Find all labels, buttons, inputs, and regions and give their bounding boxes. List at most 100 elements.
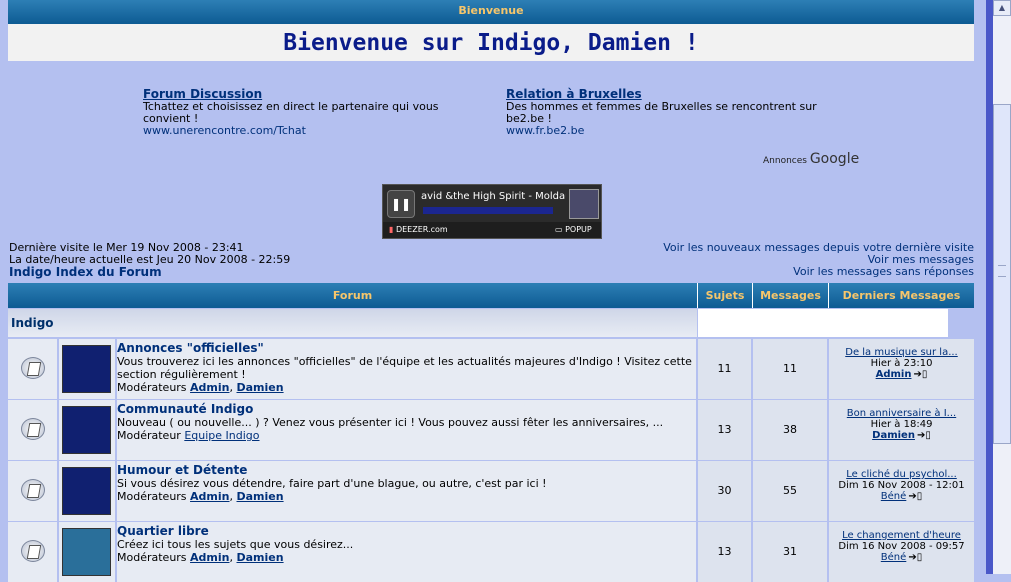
forum-link[interactable]: Annonces "officielles" [117,341,696,355]
popup-button[interactable]: ▭ POPUP [555,225,592,234]
row-forum-cell: Quartier libre Créez ici tous les sujets… [117,522,697,582]
header-forum: Forum [8,283,698,308]
mod-link-admin[interactable]: Admin [190,551,229,564]
mod-link-team[interactable]: Equipe Indigo [184,429,259,442]
moderators: Modérateurs Admin, Damien [117,490,284,503]
row-forum-cell: Annonces "officielles" Vous trouverez ic… [117,339,697,399]
ad-1-text: Tchattez et choisissez en direct le part… [143,100,439,125]
scroll-grip-icon [998,265,1006,277]
row-image-cell [59,461,116,521]
last-post-link[interactable]: Le changement d'heure [842,530,961,541]
mod-link-admin[interactable]: Admin [190,490,229,503]
deezer-logo-icon: ▮ [389,225,394,234]
goto-last-post-icon[interactable]: ➔▯ [917,430,931,441]
goto-last-post-icon[interactable]: ➔▯ [908,491,922,502]
folder-icon [21,479,45,501]
posts-count: 31 [753,522,828,582]
last-post-user[interactable]: Damien [872,430,915,441]
topics-count: 11 [698,339,752,399]
moderators: Modérateurs Admin, Damien [117,551,284,564]
row-status-cell [8,461,58,521]
row-image-cell [59,339,116,399]
folder-icon [21,357,45,379]
unanswered-messages-link[interactable]: Voir les messages sans réponses [663,266,974,278]
topics-count: 13 [698,522,752,582]
mod-link-admin[interactable]: Admin [190,381,229,394]
ad-block-2: Relation à Bruxelles Des hommes et femme… [506,88,826,137]
player-track-title: avid &the High Spirit - Moldau [421,191,566,202]
pause-button[interactable]: ❚❚ [387,190,415,218]
forum-image-community [62,406,111,454]
player-brand[interactable]: ▮ DEEZER.com [389,225,448,234]
mod-link-damien[interactable]: Damien [237,381,284,394]
album-art [569,189,599,219]
last-post-user[interactable]: Béné [881,491,907,502]
ads-label: Annonces [763,156,807,166]
forum-description: Créez ici tous les sujets que vous désir… [117,538,354,551]
last-post-cell: Le cliché du psychol... Dim 16 Nov 2008 … [829,461,974,521]
posts-count: 11 [753,339,828,399]
browser-scrollbar[interactable]: ▲ [986,0,1011,574]
row-image-cell [59,522,116,582]
forum-description: Si vous désirez vous détendre, faire par… [117,477,547,490]
mod-label: Modérateurs [117,551,187,564]
row-forum-cell: Communauté Indigo Nouveau ( ou nouvelle.… [117,400,697,460]
forum-link[interactable]: Quartier libre [117,524,696,538]
forum-link[interactable]: Humour et Détente [117,463,696,477]
popup-icon: ▭ [555,225,563,234]
last-post-cell: Le changement d'heure Dim 16 Nov 2008 - … [829,522,974,582]
last-post-date: Dim 16 Nov 2008 - 12:01 [838,480,965,491]
ad-2-url-link[interactable]: www.fr.be2.be [506,124,584,137]
forum-index-link[interactable]: Indigo Index du Forum [9,265,162,279]
last-post-date: Dim 16 Nov 2008 - 09:57 [838,541,965,552]
forum-image-free-zone [62,528,111,576]
forum-image-humour [62,467,111,515]
ad-2-title-link[interactable]: Relation à Bruxelles [506,88,826,100]
forum-description: Nouveau ( ou nouvelle... ) ? Venez vous … [117,416,664,429]
scrollbar-thumb[interactable] [993,104,1011,444]
last-post-date: Hier à 23:10 [870,358,933,369]
mod-label: Modérateurs [117,490,187,503]
page-title: Bienvenue sur Indigo, Damien ! [8,24,974,61]
popup-label: POPUP [565,225,592,234]
table-row: Annonces "officielles" Vous trouverez ic… [8,339,974,399]
forum-link[interactable]: Communauté Indigo [117,402,696,416]
category-indigo[interactable]: Indigo [8,309,697,337]
table-row: Humour et Détente Si vous désirez vous d… [8,461,974,521]
mod-link-damien[interactable]: Damien [237,490,284,503]
header-last-posts: Derniers Messages [829,283,974,308]
posts-count: 38 [753,400,828,460]
window-border [986,0,993,574]
posts-count: 55 [753,461,828,521]
row-forum-cell: Humour et Détente Si vous désirez vous d… [117,461,697,521]
last-post-link[interactable]: Bon anniversaire à I... [847,408,956,419]
ad-1-url-link[interactable]: www.unerencontre.com/Tchat [143,124,306,137]
last-post-link[interactable]: De la musique sur la... [845,347,957,358]
mod-link-damien[interactable]: Damien [237,551,284,564]
music-player: ❚❚ avid &the High Spirit - Moldau ▮ DEEZ… [382,184,602,239]
last-post-user[interactable]: Béné [881,552,907,563]
forum-image-announcements [62,345,111,393]
pause-icon: ❚❚ [390,197,412,211]
goto-last-post-icon[interactable]: ➔▯ [908,552,922,563]
table-row: Communauté Indigo Nouveau ( ou nouvelle.… [8,400,974,460]
ad-2-text: Des hommes et femmes de Bruxelles se ren… [506,100,817,125]
mod-label: Modérateur [117,429,181,442]
scroll-up-arrow-icon[interactable]: ▲ [993,0,1011,16]
topics-count: 13 [698,400,752,460]
header-posts: Messages [753,283,829,308]
goto-last-post-icon[interactable]: ➔▯ [913,369,927,380]
last-post-cell: De la musique sur la... Hier à 23:10 Adm… [829,339,974,399]
ads-by-google[interactable]: Annonces Google [763,151,859,167]
table-row: Quartier libre Créez ici tous les sujets… [8,522,974,582]
player-progress-bar[interactable] [423,207,553,214]
mod-label: Modérateurs [117,381,187,394]
last-post-user[interactable]: Admin [876,369,912,380]
last-post-link[interactable]: Le cliché du psychol... [846,469,957,480]
ad-1-title-link[interactable]: Forum Discussion [143,88,463,100]
message-links: Voir les nouveaux messages depuis votre … [663,242,974,278]
welcome-bar-label: Bienvenue [458,4,524,17]
row-status-cell [8,400,58,460]
welcome-bar: Bienvenue [8,0,974,24]
moderators: Modérateurs Admin, Damien [117,381,284,394]
